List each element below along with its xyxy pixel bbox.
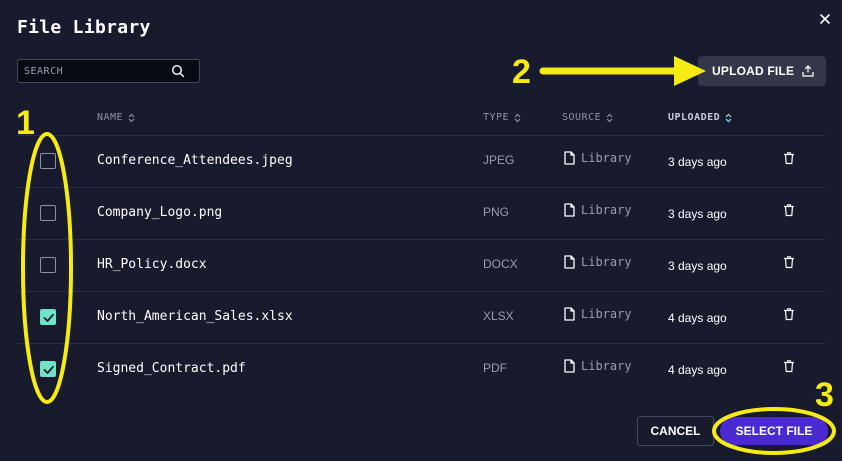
file-type: PNG [483,205,510,219]
column-header-source[interactable]: SOURCE [562,112,613,123]
trash-icon[interactable] [782,307,796,321]
column-header-type-label: TYPE [483,112,510,123]
table-row[interactable]: Conference_Attendees.jpeg JPEG Library 3… [17,135,825,187]
file-type: DOCX [483,257,518,271]
file-source: Library [564,203,632,217]
table-row[interactable]: North_American_Sales.xlsx XLSX Library 4… [17,291,825,343]
document-icon [564,151,575,165]
sort-icon [725,113,732,122]
table-row[interactable]: HR_Policy.docx DOCX Library 3 days ago [17,239,825,291]
row-checkbox[interactable] [40,205,56,221]
row-divider [17,343,825,344]
file-uploaded: 4 days ago [668,363,727,377]
dialog-title: File Library [17,17,151,38]
file-uploaded: 3 days ago [668,155,727,169]
trash-icon[interactable] [782,151,796,165]
row-checkbox[interactable] [40,309,56,325]
file-type: JPEG [483,153,515,167]
file-name[interactable]: Company_Logo.png [97,205,222,220]
file-uploaded: 3 days ago [668,259,727,273]
search-box [17,59,200,83]
file-source: Library [564,307,632,321]
file-uploaded: 4 days ago [668,311,727,325]
file-name[interactable]: HR_Policy.docx [97,257,207,272]
trash-icon[interactable] [782,255,796,269]
file-type: XLSX [483,309,514,323]
file-name[interactable]: North_American_Sales.xlsx [97,309,293,324]
file-source: Library [564,151,632,165]
row-divider [17,239,825,240]
search-icon[interactable] [171,64,185,78]
file-source: Library [564,359,632,373]
annotation-number-1: 1 [16,104,35,142]
column-header-type[interactable]: TYPE [483,112,521,123]
sort-icon [128,113,135,122]
checkmark-icon [43,313,54,322]
file-source-label: Library [581,151,632,165]
file-source-label: Library [581,359,632,373]
column-header-name[interactable]: NAME [97,112,135,123]
column-header-source-label: SOURCE [562,112,602,123]
annotation-number-2: 2 [512,53,531,91]
row-checkbox[interactable] [40,361,56,377]
column-header-name-label: NAME [97,112,124,123]
trash-icon[interactable] [782,359,796,373]
column-header-uploaded-label: UPLOADED [668,112,721,123]
close-icon [820,14,830,24]
checkmark-icon [43,365,54,374]
sort-icon [514,113,521,122]
row-divider [17,291,825,292]
document-icon [564,255,575,269]
file-source-label: Library [581,307,632,321]
annotation-number-3: 3 [815,376,834,414]
file-source: Library [564,255,632,269]
select-file-button[interactable]: SELECT FILE [720,417,828,445]
cancel-button[interactable]: CANCEL [637,416,714,446]
file-name[interactable]: Signed_Contract.pdf [97,361,246,376]
document-icon [564,307,575,321]
search-input[interactable] [24,63,164,79]
upload-icon [802,65,814,77]
document-icon [564,359,575,373]
table-row[interactable]: Company_Logo.png PNG Library 3 days ago [17,187,825,239]
file-type: PDF [483,361,507,375]
sort-icon [606,113,613,122]
row-checkbox[interactable] [40,257,56,273]
file-source-label: Library [581,255,632,269]
row-divider [17,187,825,188]
row-checkbox[interactable] [40,153,56,169]
row-divider [17,135,825,136]
file-name[interactable]: Conference_Attendees.jpeg [97,153,293,168]
file-uploaded: 3 days ago [668,207,727,221]
table-row[interactable]: Signed_Contract.pdf PDF Library 4 days a… [17,343,825,395]
close-button[interactable] [815,9,835,29]
upload-file-button[interactable]: UPLOAD FILE [698,56,826,86]
trash-icon[interactable] [782,203,796,217]
file-source-label: Library [581,203,632,217]
upload-file-label: UPLOAD FILE [712,64,795,78]
column-header-uploaded[interactable]: UPLOADED [668,112,732,123]
document-icon [564,203,575,217]
